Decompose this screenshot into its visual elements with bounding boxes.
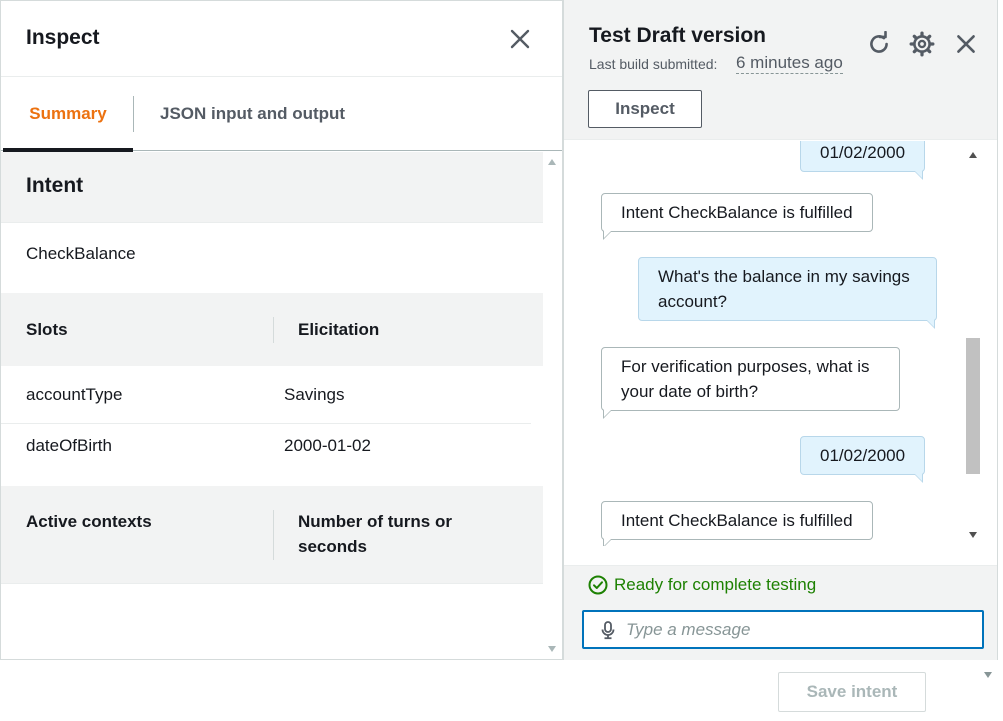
bubble-tail <box>914 473 924 483</box>
elicitation-column-header: Elicitation <box>298 320 380 339</box>
save-intent-button: Save intent <box>778 672 926 712</box>
table-row: dateOfBirth 2000-01-02 <box>1 422 531 474</box>
chat-scrollbar[interactable] <box>964 141 982 546</box>
test-panel: Test Draft version Last build submitted:… <box>563 0 998 660</box>
slot-name: accountType <box>26 385 123 404</box>
slot-value: Savings <box>284 385 345 404</box>
scrollbar-thumb[interactable] <box>966 338 980 474</box>
contexts-table-header: Active contexts Number of turns or secon… <box>1 486 543 584</box>
test-header: Test Draft version Last build submitted:… <box>564 0 997 140</box>
chat-transcript: 01/02/2000 Intent CheckBalance is fulfil… <box>564 141 964 546</box>
tab-summary[interactable]: Summary <box>3 77 133 152</box>
inspect-panel: Inspect Summary JSON input and output In… <box>0 0 563 660</box>
bubble-tail <box>926 319 935 329</box>
bubble-tail <box>914 170 924 180</box>
bubble-tail <box>603 409 612 419</box>
scroll-down-arrow[interactable] <box>548 646 556 652</box>
user-message: 01/02/2000 <box>800 436 926 483</box>
bubble-tail <box>603 230 612 240</box>
inspect-scrollbar[interactable] <box>544 152 561 659</box>
test-title: Test Draft version <box>589 24 766 47</box>
user-message: 01/02/2000 <box>800 141 926 180</box>
message-input-box[interactable] <box>582 610 984 649</box>
intent-section-header: Intent <box>1 152 543 223</box>
test-footer: Ready for complete testing <box>564 565 997 660</box>
inspect-button[interactable]: Inspect <box>588 90 702 128</box>
build-time-link[interactable]: 6 minutes ago <box>736 53 843 74</box>
build-label: Last build submitted: <box>589 56 718 72</box>
inspect-header: Inspect <box>1 1 562 77</box>
summary-content: Intent CheckBalance Slots Elicitation ac… <box>1 152 562 659</box>
close-icon[interactable] <box>508 27 532 51</box>
ready-status: Ready for complete testing <box>588 575 816 595</box>
slot-value: 2000-01-02 <box>284 436 371 455</box>
column-divider <box>273 510 274 560</box>
user-message: What's the balance in my savings account… <box>638 257 937 329</box>
inspect-tabs: Summary JSON input and output <box>1 77 562 152</box>
bot-message: Intent CheckBalance is fulfilled <box>601 193 873 240</box>
scroll-up-arrow[interactable] <box>548 159 556 165</box>
message-text: Intent CheckBalance is fulfilled <box>621 511 853 530</box>
check-circle-icon <box>588 575 608 595</box>
refresh-icon[interactable] <box>866 31 892 57</box>
close-icon[interactable] <box>953 31 979 57</box>
turns-column-header: Number of turns or seconds <box>298 512 452 556</box>
status-text: Ready for complete testing <box>614 575 817 594</box>
active-contexts-column-header: Active contexts <box>26 512 152 531</box>
bubble-tail <box>603 538 612 546</box>
scroll-down-arrow[interactable] <box>969 532 977 538</box>
message-text: What's the balance in my savings account… <box>658 267 910 311</box>
slot-name: dateOfBirth <box>26 436 112 455</box>
intent-heading: Intent <box>26 174 84 197</box>
message-input[interactable] <box>626 618 966 642</box>
bot-message: Intent CheckBalance is fulfilled <box>601 501 873 546</box>
inspect-title: Inspect <box>26 26 100 49</box>
microphone-icon[interactable] <box>598 620 618 640</box>
slots-table-header: Slots Elicitation <box>1 293 543 366</box>
table-row: accountType Savings <box>1 371 531 423</box>
message-text: 01/02/2000 <box>820 446 906 465</box>
page-scroll-down-arrow[interactable] <box>984 672 992 678</box>
intent-name: CheckBalance <box>26 244 136 263</box>
slots-column-header: Slots <box>26 320 68 339</box>
tab-json-input-output[interactable]: JSON input and output <box>160 77 345 151</box>
scroll-up-arrow[interactable] <box>969 152 977 158</box>
gear-icon[interactable] <box>909 31 935 57</box>
message-text: 01/02/2000 <box>820 143 906 162</box>
message-text: Intent CheckBalance is fulfilled <box>621 203 853 222</box>
bot-message: For verification purposes, what is your … <box>601 347 900 419</box>
column-divider <box>273 317 274 343</box>
tab-divider <box>133 96 134 132</box>
message-text: For verification purposes, what is your … <box>621 357 870 401</box>
